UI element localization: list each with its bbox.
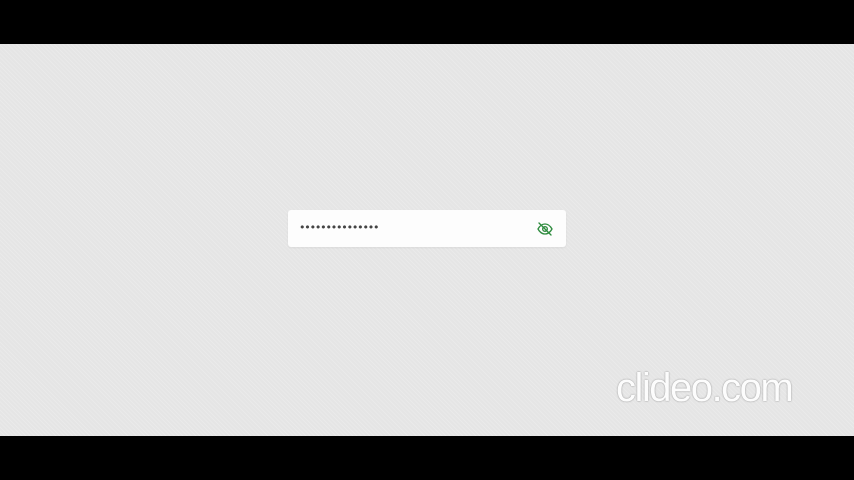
letterbox-bottom bbox=[0, 436, 854, 480]
letterbox-top bbox=[0, 0, 854, 44]
eye-slash-icon bbox=[537, 222, 553, 236]
password-masked-value: ••••••••••••••• bbox=[299, 221, 380, 234]
watermark-logo: clideo.com bbox=[616, 366, 794, 410]
toggle-password-visibility-button[interactable] bbox=[535, 219, 555, 239]
password-field[interactable]: ••••••••••••••• bbox=[288, 210, 566, 247]
